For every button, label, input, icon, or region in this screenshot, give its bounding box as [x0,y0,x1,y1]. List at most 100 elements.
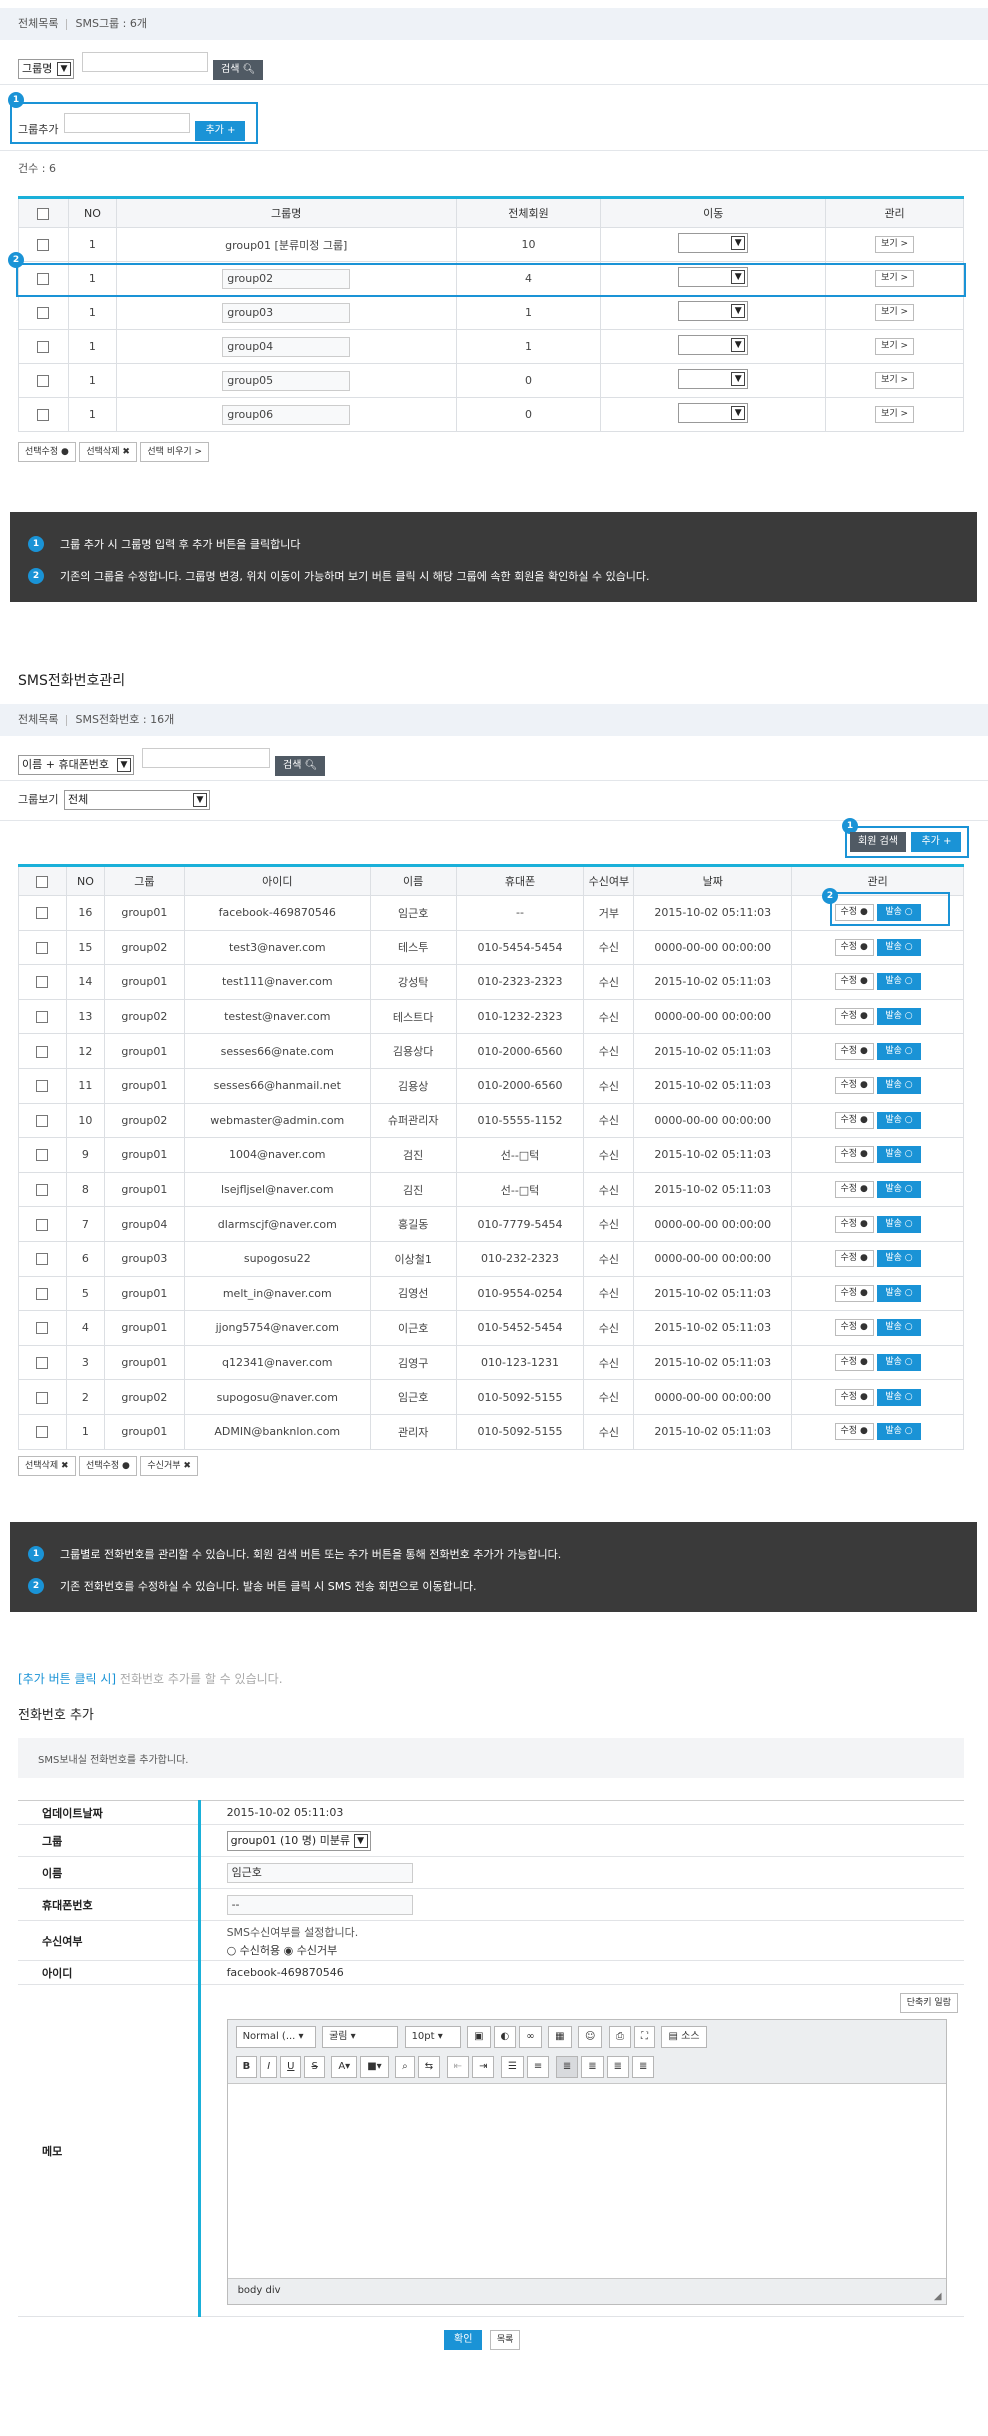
bold-icon[interactable]: B [235,2056,258,2078]
row-edit-button[interactable]: 수정 ● [834,1354,874,1372]
row-checkbox[interactable] [36,1322,49,1335]
row-send-button[interactable]: 발송 ○ [877,1077,921,1095]
row-send-button[interactable]: 발송 ○ [877,973,921,991]
row-send-button[interactable]: 발송 ○ [877,1388,921,1406]
row-send-button[interactable]: 발송 ○ [877,1146,921,1164]
strike-icon[interactable]: S [304,2056,325,2078]
row-edit-button[interactable]: 수정 ● [834,1250,874,1268]
row-send-button[interactable]: 발송 ○ [877,1284,921,1302]
row-edit-button[interactable]: 수정 ● [834,1181,874,1199]
list-button[interactable]: 목록 [489,2330,521,2350]
view-button[interactable]: 보기 > [875,372,915,389]
row-edit-button[interactable]: 수정 ● [834,1215,874,1233]
row-edit-button[interactable]: 수정 ● [834,1284,874,1302]
italic-icon[interactable]: I [260,2056,278,2078]
row-checkbox[interactable] [36,1391,49,1404]
phone-search-input[interactable] [141,748,270,768]
select-edit-button[interactable]: 선택수정 ● [18,442,76,462]
style-dropdown[interactable]: Normal (... ▾ [235,2026,316,2048]
member-search-button[interactable]: 회원 검색 [850,832,906,852]
receive-allow-radio[interactable]: ○ 수신허용 [227,1944,281,1957]
row-checkbox[interactable] [36,1080,49,1093]
group-select[interactable]: group01 (10 명) 미분류 ▼ [226,1830,371,1851]
shortcut-button[interactable]: 단축키 일람 [899,1993,958,2013]
emoticon-icon[interactable]: ☺ [578,2026,603,2048]
row-checkbox[interactable] [37,307,50,319]
justify-icon[interactable]: ≣ [631,2056,655,2078]
group-search-input[interactable] [81,52,208,72]
row-checkbox[interactable] [37,375,50,387]
row-checkbox[interactable] [36,1287,49,1300]
edit-selected-button[interactable]: 선택수정 ● [79,1456,137,1476]
row-send-button[interactable]: 발송 ○ [877,1111,921,1129]
font-dropdown[interactable]: 굴림 ▾ [322,2026,399,2048]
select-delete-button[interactable]: 선택삭제 ✖ [79,442,137,462]
row-edit-button[interactable]: 수정 ● [834,1042,874,1060]
resize-handle-icon[interactable]: ◢ [934,2291,942,2302]
row-edit-button[interactable]: 수정 ● [834,938,874,956]
confirm-button[interactable]: 확인 [444,2330,483,2350]
row-edit-button[interactable]: 수정 ● [834,1008,874,1026]
row-send-button[interactable]: 발송 ○ [877,1042,921,1060]
phone-input[interactable]: -- [226,1894,413,1915]
underline-icon[interactable]: U [280,2056,302,2078]
row-checkbox[interactable] [36,1184,49,1197]
move-select[interactable]: ▼ [678,335,749,355]
view-button[interactable]: 보기 > [875,406,915,423]
align-left-icon[interactable]: ≣ [555,2056,579,2078]
row-send-button[interactable]: 발송 ○ [877,1008,921,1026]
indent-icon[interactable]: ⇥ [472,2056,495,2078]
phone-search-button[interactable]: 검색 🔍︎ [275,756,326,776]
name-input[interactable]: 임근호 [226,1862,413,1883]
outdent-icon[interactable]: ⇤ [446,2056,470,2078]
find-icon[interactable]: ⌕ [395,2056,415,2078]
row-checkbox[interactable] [36,1253,49,1266]
source-button[interactable]: ▤ 소스 [661,2026,707,2048]
move-select[interactable]: ▼ [678,369,749,389]
view-button[interactable]: 보기 > [875,236,915,253]
group-name-input[interactable]: group06 [222,404,351,425]
receive-deny-radio[interactable]: ◉ 수신거부 [284,1944,338,1957]
editor-body[interactable] [227,2084,946,2278]
select-all-checkbox[interactable] [37,207,50,220]
row-edit-button[interactable]: 수정 ● [834,1423,874,1441]
view-button[interactable]: 보기 > [875,304,915,321]
add-group-input[interactable] [63,113,190,133]
move-select[interactable]: ▼ [678,301,749,321]
view-button[interactable]: 보기 > [875,338,915,355]
size-dropdown[interactable]: 10pt ▾ [404,2026,461,2048]
row-checkbox[interactable] [36,1357,49,1370]
row-checkbox[interactable] [36,1218,49,1231]
phone-search-select[interactable]: 이름 + 휴대폰번호 ▼ [18,755,134,775]
move-select[interactable]: ▼ [678,403,749,423]
row-checkbox[interactable] [36,1426,49,1439]
bullet-list-icon[interactable]: ≡ [526,2056,550,2078]
image-icon[interactable]: ▣ [467,2026,491,2048]
row-checkbox[interactable] [36,1011,49,1024]
select-all-checkbox[interactable] [36,875,49,888]
ordered-list-icon[interactable]: ☰ [500,2056,524,2078]
text-color-icon[interactable]: A▾ [331,2056,358,2078]
row-edit-button[interactable]: 수정 ● [834,1111,874,1129]
row-edit-button[interactable]: 수정 ● [834,1146,874,1164]
group-name-input[interactable]: group03 [222,302,351,323]
add-group-button[interactable]: 추가 + [195,121,246,141]
bg-color-icon[interactable]: ■▾ [360,2056,389,2078]
group-search-select[interactable]: 그룹명 ▼ [18,59,74,79]
fullscreen-icon[interactable]: ⛶ [633,2026,655,2048]
delete-selected-button[interactable]: 선택삭제 ✖ [18,1456,76,1476]
select-clear-button[interactable]: 선택 비우기 > [140,442,210,462]
row-checkbox[interactable] [36,907,49,920]
row-send-button[interactable]: 발송 ○ [877,1354,921,1372]
row-send-button[interactable]: 발송 ○ [877,1319,921,1337]
row-checkbox[interactable] [37,409,50,421]
row-checkbox[interactable] [36,1045,49,1058]
row-send-button[interactable]: 발송 ○ [877,1215,921,1233]
move-select[interactable]: ▼ [678,233,749,253]
group-view-select[interactable]: 전체 ▼ [63,790,210,810]
row-checkbox[interactable] [37,239,50,251]
row-checkbox[interactable] [36,941,49,954]
row-edit-button[interactable]: 수정 ● [834,1388,874,1406]
add-phone-button[interactable]: 추가 + [911,832,962,852]
row-checkbox[interactable] [36,976,49,989]
